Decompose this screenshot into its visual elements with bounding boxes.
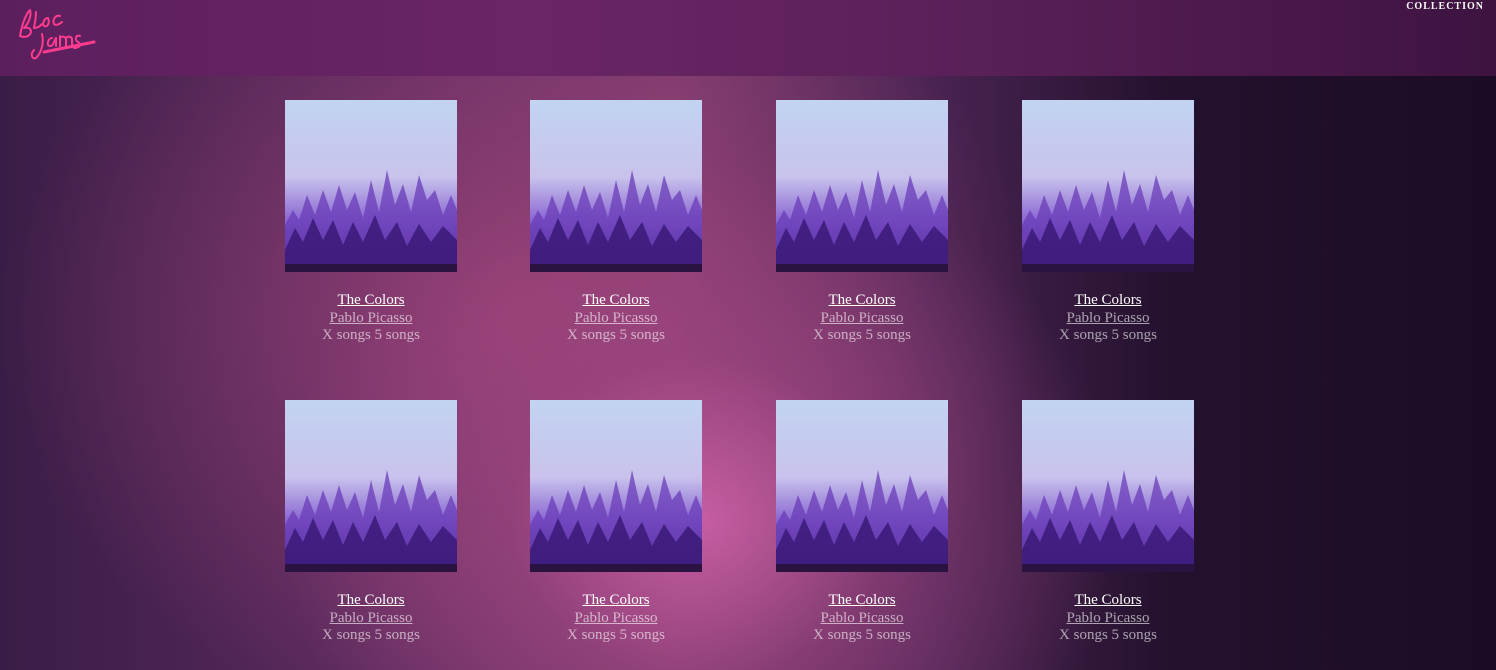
album-artist-link[interactable]: Pablo Picasso: [271, 310, 471, 328]
album-collection: The Colors Pablo Picasso X songs 5 songs…: [0, 0, 1496, 670]
album-song-count: X songs 5 songs: [322, 627, 420, 643]
album-card: The Colors Pablo Picasso X songs 5 songs: [762, 400, 962, 645]
album-card: The Colors Pablo Picasso X songs 5 songs: [1008, 400, 1208, 645]
album-cover-image[interactable]: [285, 100, 457, 272]
album-cover-image[interactable]: [285, 400, 457, 572]
album-title-link[interactable]: The Colors: [516, 592, 716, 610]
album-song-count: X songs 5 songs: [813, 327, 911, 343]
album-artist-link[interactable]: Pablo Picasso: [1008, 310, 1208, 328]
album-title-link[interactable]: The Colors: [1008, 292, 1208, 310]
album-artist-link[interactable]: Pablo Picasso: [1008, 610, 1208, 628]
album-card: The Colors Pablo Picasso X songs 5 songs: [516, 400, 716, 645]
album-card: The Colors Pablo Picasso X songs 5 songs: [271, 400, 471, 645]
album-song-count: X songs 5 songs: [1059, 327, 1157, 343]
album-title-link[interactable]: The Colors: [516, 292, 716, 310]
album-card: The Colors Pablo Picasso X songs 5 songs: [516, 100, 716, 345]
album-artist-link[interactable]: Pablo Picasso: [762, 610, 962, 628]
album-artist-link[interactable]: Pablo Picasso: [516, 310, 716, 328]
album-song-count: X songs 5 songs: [322, 327, 420, 343]
album-title-link[interactable]: The Colors: [762, 592, 962, 610]
album-cover-image[interactable]: [1022, 100, 1194, 272]
album-card: The Colors Pablo Picasso X songs 5 songs: [1008, 100, 1208, 345]
album-song-count: X songs 5 songs: [813, 627, 911, 643]
album-song-count: X songs 5 songs: [567, 627, 665, 643]
album-card: The Colors Pablo Picasso X songs 5 songs: [762, 100, 962, 345]
album-song-count: X songs 5 songs: [1059, 627, 1157, 643]
album-card: The Colors Pablo Picasso X songs 5 songs: [271, 100, 471, 345]
album-artist-link[interactable]: Pablo Picasso: [516, 610, 716, 628]
album-song-count: X songs 5 songs: [567, 327, 665, 343]
album-artist-link[interactable]: Pablo Picasso: [762, 310, 962, 328]
album-title-link[interactable]: The Colors: [271, 292, 471, 310]
album-cover-image[interactable]: [776, 100, 948, 272]
album-cover-image[interactable]: [1022, 400, 1194, 572]
album-cover-image[interactable]: [776, 400, 948, 572]
album-cover-image[interactable]: [530, 400, 702, 572]
album-artist-link[interactable]: Pablo Picasso: [271, 610, 471, 628]
album-title-link[interactable]: The Colors: [762, 292, 962, 310]
album-title-link[interactable]: The Colors: [271, 592, 471, 610]
album-title-link[interactable]: The Colors: [1008, 592, 1208, 610]
album-cover-image[interactable]: [530, 100, 702, 272]
